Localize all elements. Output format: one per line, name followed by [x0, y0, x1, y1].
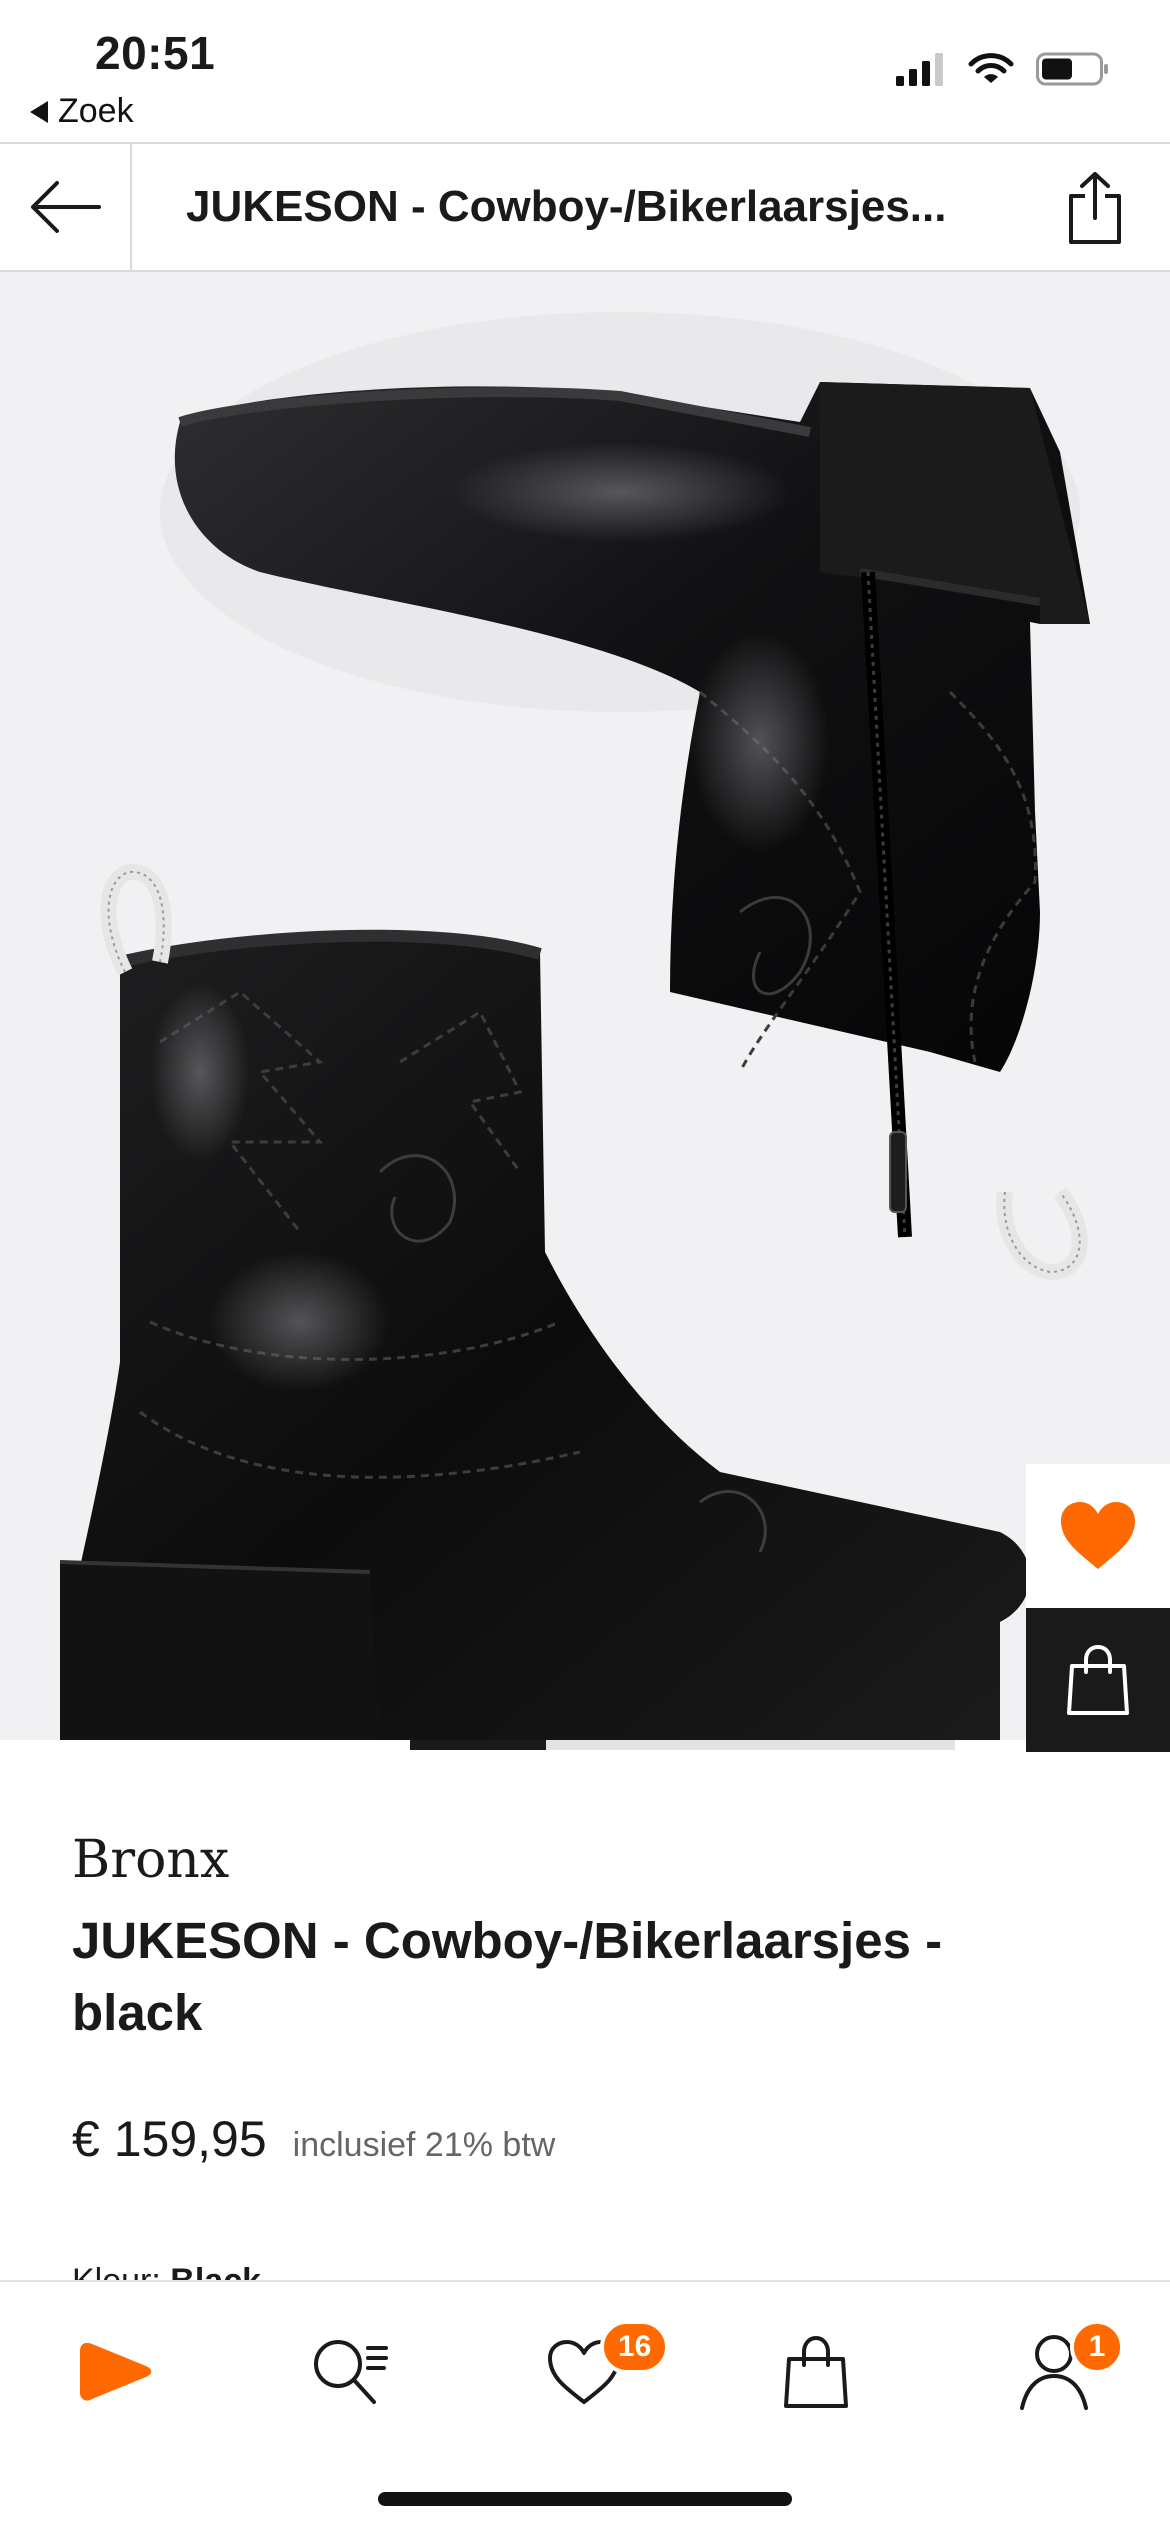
wishlist-count-badge: 16	[600, 2320, 670, 2374]
vat-note: inclusief 21% btw	[292, 2126, 556, 2164]
tab-home[interactable]	[66, 2322, 166, 2422]
add-to-bag-button[interactable]	[1026, 1608, 1170, 1752]
account-notification-badge: 1	[1070, 2320, 1124, 2374]
heart-icon	[1061, 1502, 1135, 1569]
status-time: 20:51	[95, 27, 216, 79]
image-carousel-indicator	[410, 1740, 955, 1750]
tab-search[interactable]	[300, 2322, 400, 2422]
share-icon	[1069, 172, 1121, 244]
boots-photo	[59, 312, 1091, 1740]
bag-icon	[1067, 1644, 1129, 1715]
wifi-icon	[968, 53, 1014, 83]
product-image[interactable]	[0, 272, 1170, 1740]
back-to-app-link[interactable]: Zoek	[30, 92, 134, 131]
back-to-app-label: Zoek	[58, 92, 134, 130]
bag-icon	[784, 2335, 848, 2408]
nav-bar: JUKESON - Cowboy-/Bikerlaarsjes...	[0, 142, 1170, 272]
play-icon	[80, 2343, 152, 2401]
status-bar: 20:51 Zoek	[0, 0, 1170, 142]
back-button[interactable]	[0, 144, 132, 270]
home-indicator	[378, 2492, 792, 2506]
arrow-left-icon	[31, 181, 101, 233]
colour-value: Black	[170, 2262, 262, 2282]
status-icons	[896, 52, 1110, 86]
search-icon	[314, 2340, 388, 2404]
tab-bar: 16 1	[0, 2280, 1170, 2534]
page-title: JUKESON - Cowboy-/Bikerlaarsjes...	[186, 182, 947, 231]
product-price: € 159,95	[72, 2111, 267, 2167]
share-button[interactable]	[1060, 168, 1130, 248]
signal-icon	[896, 53, 943, 86]
favorite-button[interactable]	[1026, 1464, 1170, 1608]
colour-label: Kleur:	[72, 2262, 161, 2282]
colour-row: Kleur: Black	[72, 2262, 261, 2282]
battery-icon	[1036, 52, 1108, 86]
tab-cart[interactable]	[766, 2322, 866, 2422]
back-triangle-icon	[30, 100, 48, 123]
carousel-active-segment	[410, 1740, 547, 1750]
product-name: JUKESON - Cowboy-/Bikerlaarsjes - black	[72, 1912, 943, 2041]
price-row: € 159,95 inclusief 21% btw	[72, 2110, 555, 2168]
product-brand[interactable]: Bronx	[72, 1830, 229, 1890]
